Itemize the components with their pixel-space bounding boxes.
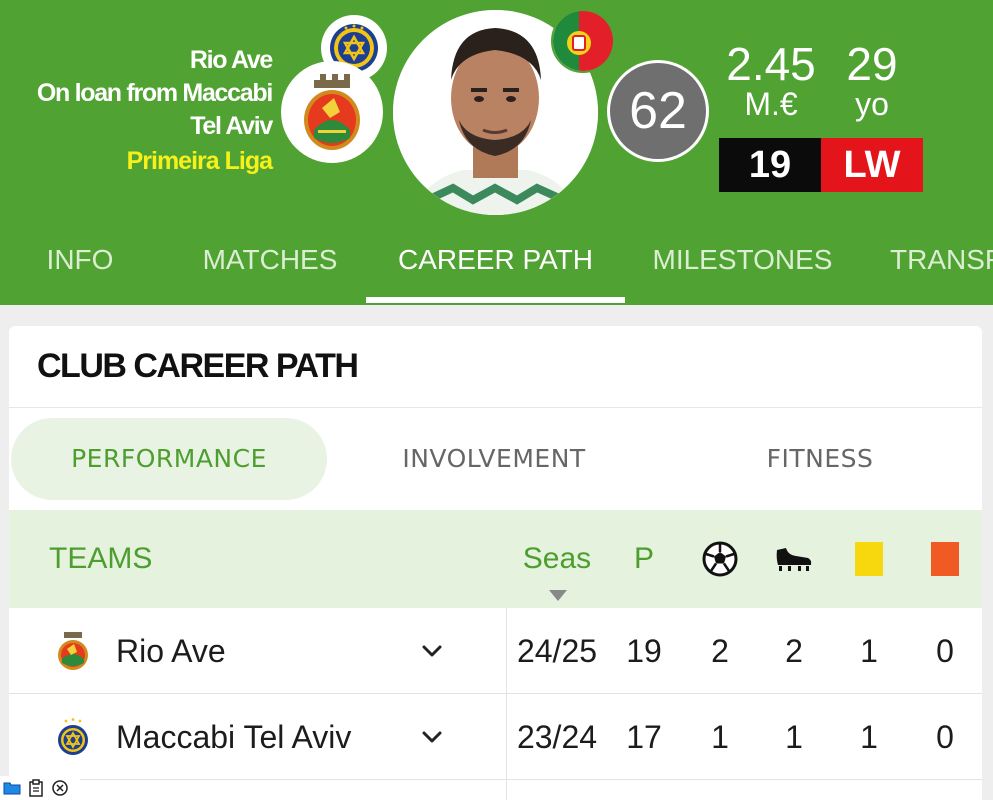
club-info: Rio Ave On loan from Maccabi Tel Aviv Pr… bbox=[37, 44, 273, 178]
column-teams[interactable]: TEAMS bbox=[49, 510, 152, 608]
market-value-unit: M.€ bbox=[744, 86, 798, 122]
chevron-down-icon[interactable] bbox=[418, 723, 446, 751]
player-header: Rio Ave On loan from Maccabi Tel Aviv Pr… bbox=[0, 0, 993, 305]
tab-career-path[interactable]: CAREER PATH bbox=[366, 230, 625, 305]
close-icon[interactable] bbox=[51, 779, 69, 797]
folder-icon[interactable] bbox=[3, 779, 21, 797]
red-cards-value: 0 bbox=[936, 632, 954, 669]
played-value: 17 bbox=[626, 718, 662, 755]
card-title: CLUB CAREER PATH bbox=[37, 347, 359, 385]
football-icon[interactable] bbox=[685, 510, 755, 608]
clipboard-icon[interactable] bbox=[27, 779, 45, 797]
loan-info[interactable]: On loan from Maccabi bbox=[37, 77, 273, 110]
age-unit: yo bbox=[855, 86, 889, 122]
season-value: 24/25 bbox=[516, 632, 598, 669]
shirt-number: 19 bbox=[719, 138, 821, 192]
player-age: 29 yo bbox=[830, 40, 914, 120]
table-row[interactable]: Maccabi Tel Aviv 23/24 17 1 1 1 0 bbox=[9, 694, 982, 780]
tab-info[interactable]: INFO bbox=[20, 230, 140, 305]
column-played[interactable]: P bbox=[609, 510, 679, 608]
played-value: 19 bbox=[626, 632, 662, 669]
chevron-down-icon[interactable] bbox=[418, 637, 446, 665]
age-number: 29 bbox=[846, 38, 898, 90]
season-value: 23/24 bbox=[516, 718, 598, 755]
team-name: Rio Ave bbox=[116, 632, 226, 669]
table-header: TEAMS Seas P bbox=[9, 510, 982, 608]
tab-transfers[interactable]: TRANSF bbox=[872, 230, 993, 305]
position-badge: LW bbox=[821, 138, 923, 192]
system-tray bbox=[0, 776, 80, 800]
player-rating[interactable]: 62 bbox=[607, 60, 709, 162]
tab-matches[interactable]: MATCHES bbox=[180, 230, 360, 305]
subtab-bar: PERFORMANCE INVOLVEMENT FITNESS bbox=[9, 408, 982, 508]
boot-icon[interactable] bbox=[759, 510, 829, 608]
tab-milestones[interactable]: MILESTONES bbox=[640, 230, 845, 305]
table-row[interactable]: Rio Ave 24/25 19 2 2 1 0 bbox=[9, 608, 982, 694]
yellow-card-icon[interactable] bbox=[834, 510, 904, 608]
tab-bar: INFO MATCHES CAREER PATH MILESTONES TRAN… bbox=[0, 230, 993, 305]
career-path-card: CLUB CAREER PATH PERFORMANCE INVOLVEMENT… bbox=[9, 326, 982, 800]
market-value-number: 2.45 bbox=[726, 38, 816, 90]
yellow-cards-value: 1 bbox=[860, 632, 878, 669]
rio-ave-crest-icon[interactable] bbox=[281, 61, 383, 163]
subtab-fitness[interactable]: FITNESS bbox=[665, 418, 975, 500]
red-cards-value: 0 bbox=[936, 718, 954, 755]
goals-value: 2 bbox=[711, 632, 729, 669]
yellow-cards-value: 1 bbox=[860, 718, 878, 755]
sort-desc-icon[interactable] bbox=[549, 590, 567, 601]
market-value[interactable]: 2.45 M.€ bbox=[722, 40, 820, 120]
rating-value: 62 bbox=[610, 63, 706, 159]
column-divider bbox=[506, 608, 507, 800]
subtab-performance[interactable]: PERFORMANCE bbox=[11, 418, 327, 500]
active-tab-indicator bbox=[366, 297, 625, 303]
maccabi-crest-icon bbox=[53, 717, 93, 757]
loan-club-name[interactable]: Tel Aviv bbox=[37, 110, 273, 143]
rio-ave-crest-icon bbox=[53, 631, 93, 671]
goals-value: 1 bbox=[711, 718, 729, 755]
portugal-flag-icon[interactable] bbox=[551, 9, 615, 73]
club-name[interactable]: Rio Ave bbox=[37, 44, 273, 77]
subtab-involvement[interactable]: INVOLVEMENT bbox=[339, 418, 649, 500]
assists-value: 1 bbox=[785, 718, 803, 755]
league-name[interactable]: Primeira Liga bbox=[37, 145, 273, 178]
team-name: Maccabi Tel Aviv bbox=[116, 718, 352, 755]
red-card-icon[interactable] bbox=[910, 510, 980, 608]
assists-value: 2 bbox=[785, 632, 803, 669]
